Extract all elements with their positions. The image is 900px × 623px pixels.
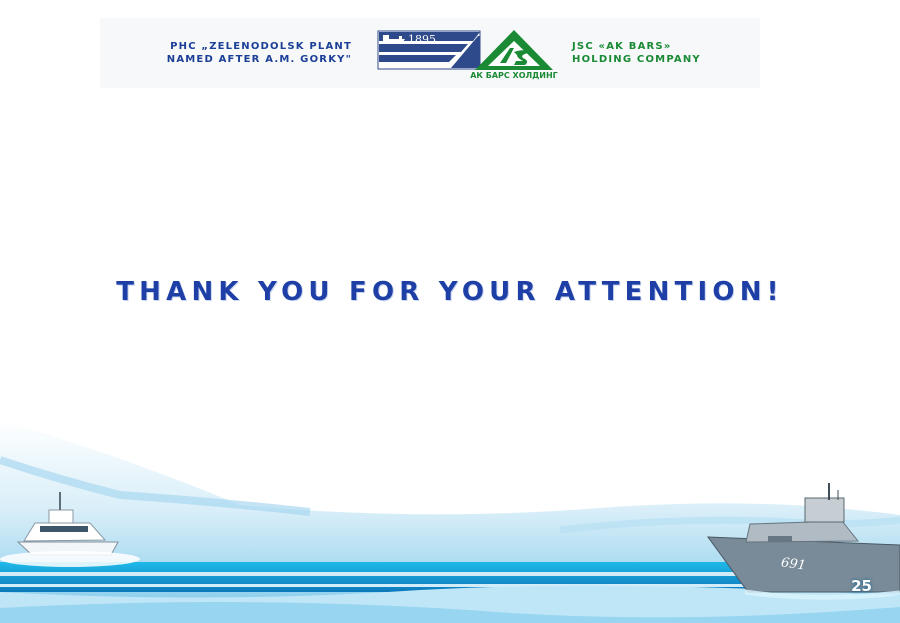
- ak-bars-logo: [475, 30, 553, 70]
- thank-you-title: THANK YOU FOR YOUR ATTENTION!: [116, 277, 784, 307]
- right-caption-line-2: HOLDING COMPANY: [572, 54, 701, 65]
- plant-logo-year: 1895: [408, 33, 436, 46]
- left-caption-line-2: named after A.M. Gorky": [166, 54, 352, 65]
- slide-number: 25: [851, 577, 872, 595]
- sea-and-ships-illustration: [0, 420, 900, 623]
- ak-bars-logo-text: АК БАРС ХОЛДИНГ: [470, 71, 558, 80]
- left-caption-line-1: PHC „Zelenodolsk plant: [170, 41, 352, 52]
- right-caption-line-1: JSC «AK BARS»: [572, 41, 672, 52]
- zelenodolsk-plant-caption: PHC „Zelenodolsk plant named after A.M. …: [140, 40, 352, 66]
- slide: PHC „Zelenodolsk plant named after A.M. …: [0, 0, 900, 623]
- ak-bars-caption: JSC «AK BARS» HOLDING COMPANY: [572, 40, 762, 66]
